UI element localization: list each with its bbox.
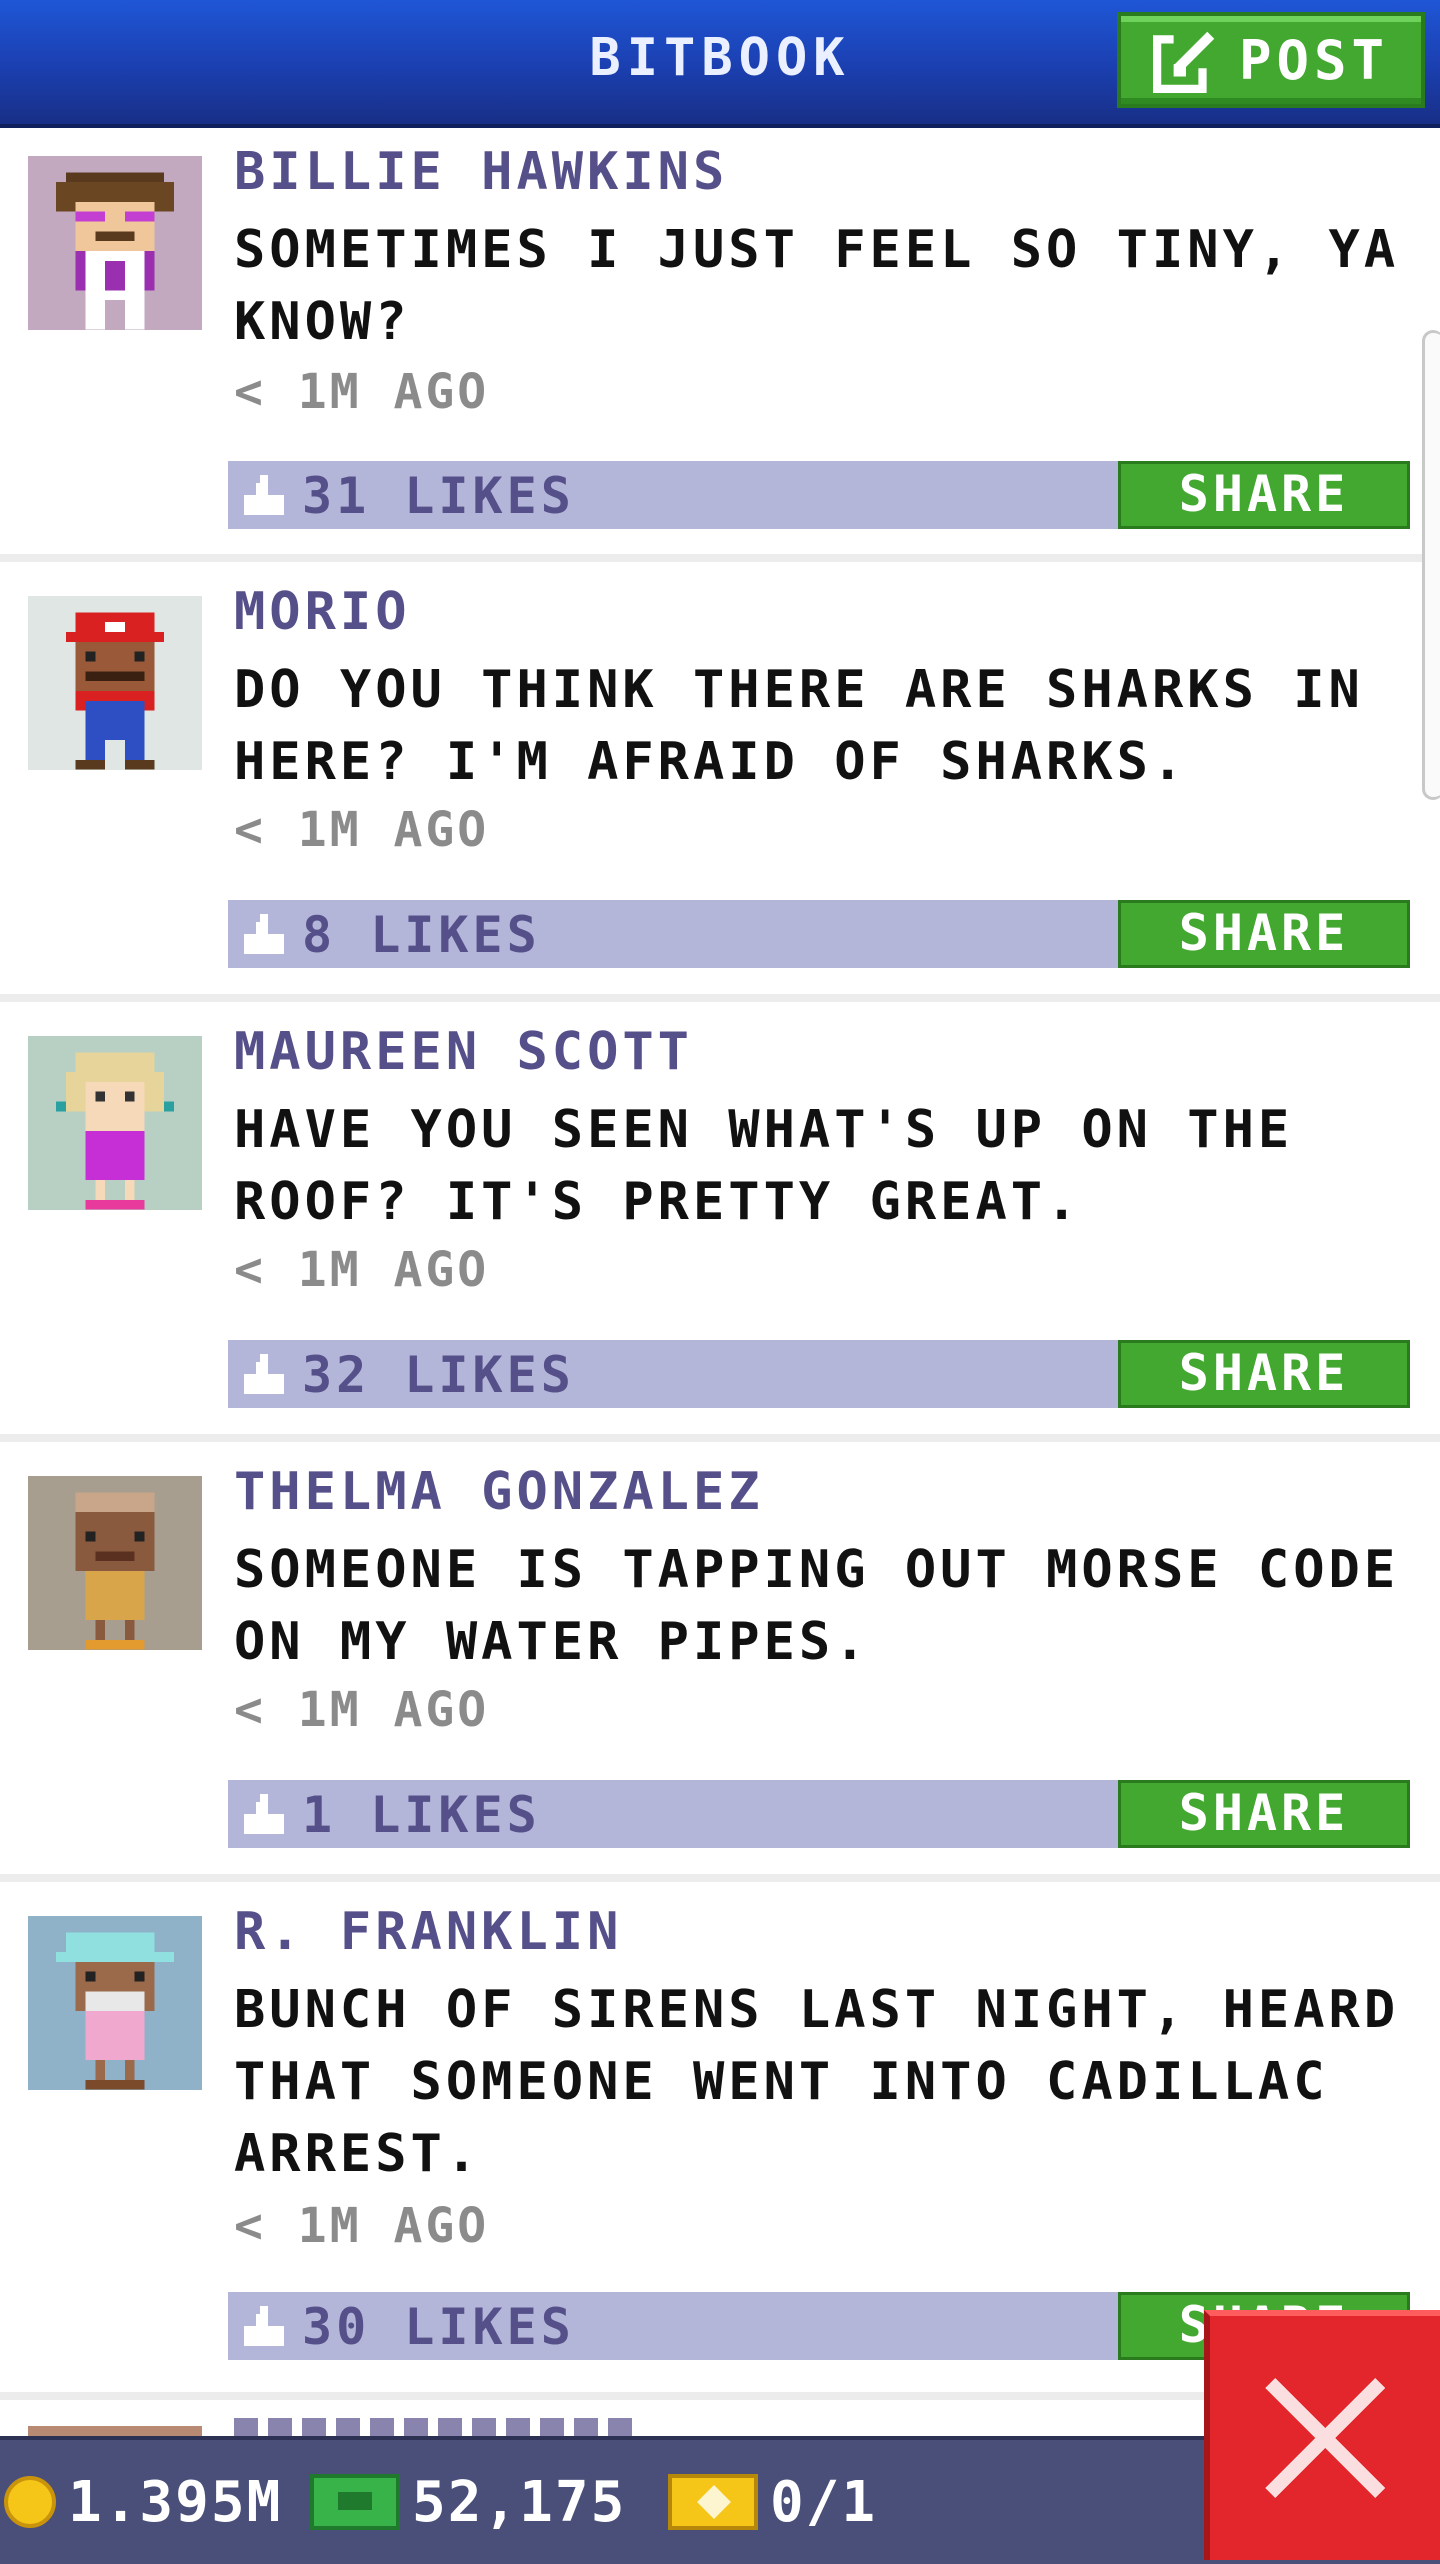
thumbs-up-icon[interactable] [244,2306,284,2346]
coins-stat: 1.395M [4,2469,283,2535]
likes-bar: 31 LIKES SHARE [228,461,1410,529]
post-message: HAVE YOU SEEN WHAT'S UP ON THE ROOF? IT'… [234,1100,1294,1232]
scrollbar-thumb[interactable] [1422,330,1440,800]
likes-bar: 1 LIKES SHARE [228,1780,1410,1848]
tickets-stat: 0/1 [668,2469,878,2535]
bux-stat: 52,175 [310,2469,627,2535]
likes-count: 30 LIKES [302,2298,575,2356]
post-button[interactable]: POST [1117,12,1425,108]
coins-value: 1.395M [68,2469,283,2535]
ticket-icon [668,2474,758,2530]
post-time: < 1M AGO [234,1242,490,1298]
post-time: < 1M AGO [234,1682,490,1738]
poster-name[interactable]: MAUREEN SCOTT [234,1022,693,1082]
likes-bar: 32 LIKES SHARE [228,1340,1410,1408]
likes-bar: 8 LIKES SHARE [228,900,1410,968]
close-icon [1265,2378,1385,2498]
bux-icon [310,2474,400,2530]
poster-name[interactable]: R. FRANKLIN [234,1902,622,1962]
thumbs-up-icon[interactable] [244,475,284,515]
likes-count: 32 LIKES [302,1346,575,1404]
top-bar: BITBOOK POST [0,0,1440,128]
close-button[interactable] [1204,2310,1440,2560]
bux-value: 52,175 [412,2469,627,2535]
likes-count: 8 LIKES [302,906,541,964]
share-button[interactable]: SHARE [1118,461,1410,529]
share-button[interactable]: SHARE [1118,900,1410,968]
thumbs-up-icon[interactable] [244,914,284,954]
share-button[interactable]: SHARE [1118,1780,1410,1848]
post-button-label: POST [1238,28,1390,92]
poster-name[interactable]: MORIO [234,582,411,642]
thumbs-up-icon[interactable] [244,1354,284,1394]
avatar [28,156,202,330]
poster-name[interactable]: THELMA GONZALEZ [234,1462,764,1522]
post-time: < 1M AGO [234,364,490,420]
avatar [28,596,202,770]
tickets-value: 0/1 [770,2469,878,2535]
post-time: < 1M AGO [234,802,490,858]
coin-icon [4,2476,56,2528]
poster-name[interactable]: BILLIE HAWKINS [234,142,728,202]
post-message: DO YOU THINK THERE ARE SHARKS IN HERE? I… [234,660,1364,792]
compose-icon [1152,31,1215,93]
post-message: SOMETIMES I JUST FEEL SO TINY, YA KNOW? [234,220,1400,352]
feed-post: MORIO DO YOU THINK THERE ARE SHARKS IN H… [0,562,1440,1002]
post-message: BUNCH OF SIRENS LAST NIGHT, HEARD THAT S… [234,1980,1400,2184]
avatar [28,1916,202,2090]
likes-count: 31 LIKES [302,467,575,525]
feed-post: MAUREEN SCOTT HAVE YOU SEEN WHAT'S UP ON… [0,1002,1440,1442]
avatar [28,1476,202,1650]
post-time: < 1M AGO [234,2198,490,2254]
feed-post: BILLIE HAWKINS SOMETIMES I JUST FEEL SO … [0,128,1440,562]
post-message: SOMEONE IS TAPPING OUT MORSE CODE ON MY … [234,1540,1400,1672]
likes-count: 1 LIKES [302,1786,541,1844]
feed-post: THELMA GONZALEZ SOMEONE IS TAPPING OUT M… [0,1442,1440,1882]
share-button[interactable]: SHARE [1118,1340,1410,1408]
thumbs-up-icon[interactable] [244,1794,284,1834]
avatar [28,1036,202,1210]
